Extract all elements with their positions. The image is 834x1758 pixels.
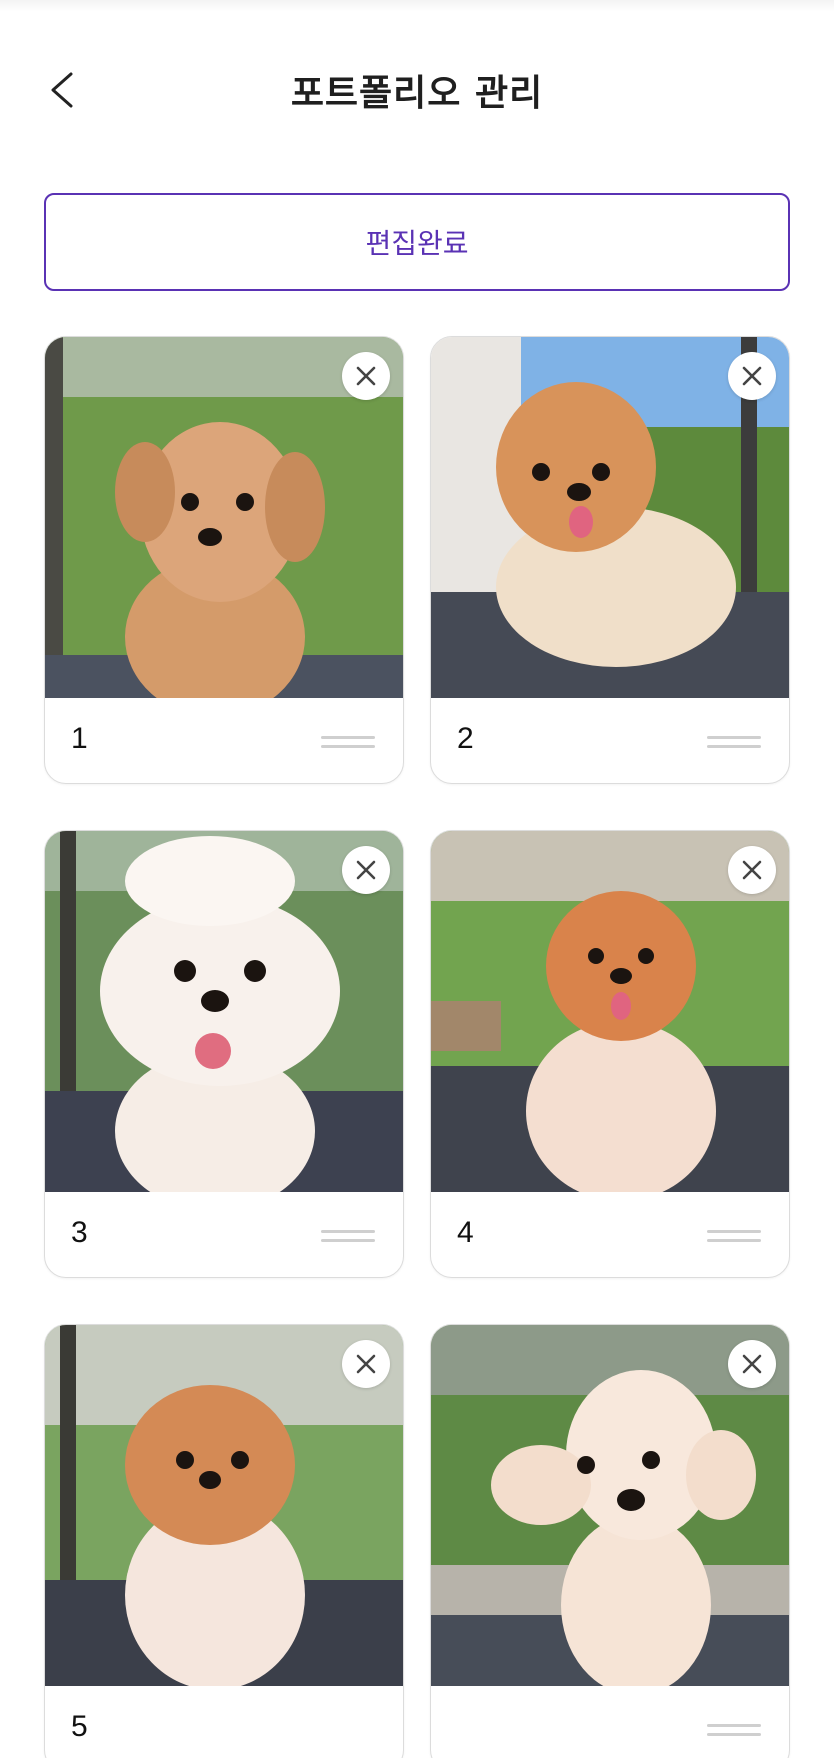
portfolio-photo[interactable] [431,831,789,1192]
portfolio-card[interactable]: 4 [430,830,790,1278]
portfolio-photo[interactable] [431,1325,789,1686]
app-header: 포트폴리오 관리 [0,40,834,140]
portfolio-photo[interactable] [45,831,403,1192]
close-icon [356,366,376,386]
card-footer: 5 [45,1686,403,1758]
portfolio-manage-screen: 포트폴리오 관리 편집완료 1 2 3 4 5 [0,0,834,1758]
close-icon [356,1354,376,1374]
close-icon [356,860,376,880]
drag-handle-icon[interactable] [707,736,761,750]
remove-photo-button[interactable] [728,1340,776,1388]
remove-photo-button[interactable] [728,352,776,400]
card-number: 2 [457,722,474,755]
card-footer: 4 [431,1192,789,1277]
edit-done-button[interactable]: 편집완료 [44,193,790,291]
drag-handle-icon[interactable] [321,736,375,750]
close-icon [742,860,762,880]
remove-photo-button[interactable] [342,846,390,894]
drag-handle-icon[interactable] [707,1724,761,1738]
card-footer: 3 [45,1192,403,1277]
close-icon [742,366,762,386]
card-footer: 1 [45,698,403,783]
portfolio-photo[interactable] [431,337,789,698]
drag-handle-icon[interactable] [707,1230,761,1244]
card-footer: 2 [431,698,789,783]
drag-handle-icon[interactable] [321,1230,375,1244]
portfolio-card[interactable] [430,1324,790,1758]
status-bar [0,0,834,12]
card-number: 4 [457,1216,474,1249]
card-number: 3 [71,1216,88,1249]
portfolio-photo[interactable] [45,337,403,698]
portfolio-photo[interactable] [45,1325,403,1686]
page-title: 포트폴리오 관리 [290,73,544,114]
portfolio-card[interactable]: 5 [44,1324,404,1758]
remove-photo-button[interactable] [342,1340,390,1388]
portfolio-card[interactable]: 1 [44,336,404,784]
remove-photo-button[interactable] [728,846,776,894]
card-number: 5 [71,1710,88,1743]
portfolio-card[interactable]: 3 [44,830,404,1278]
portfolio-card[interactable]: 2 [430,336,790,784]
card-number: 1 [71,722,88,755]
remove-photo-button[interactable] [342,352,390,400]
card-footer [431,1686,789,1758]
close-icon [742,1354,762,1374]
